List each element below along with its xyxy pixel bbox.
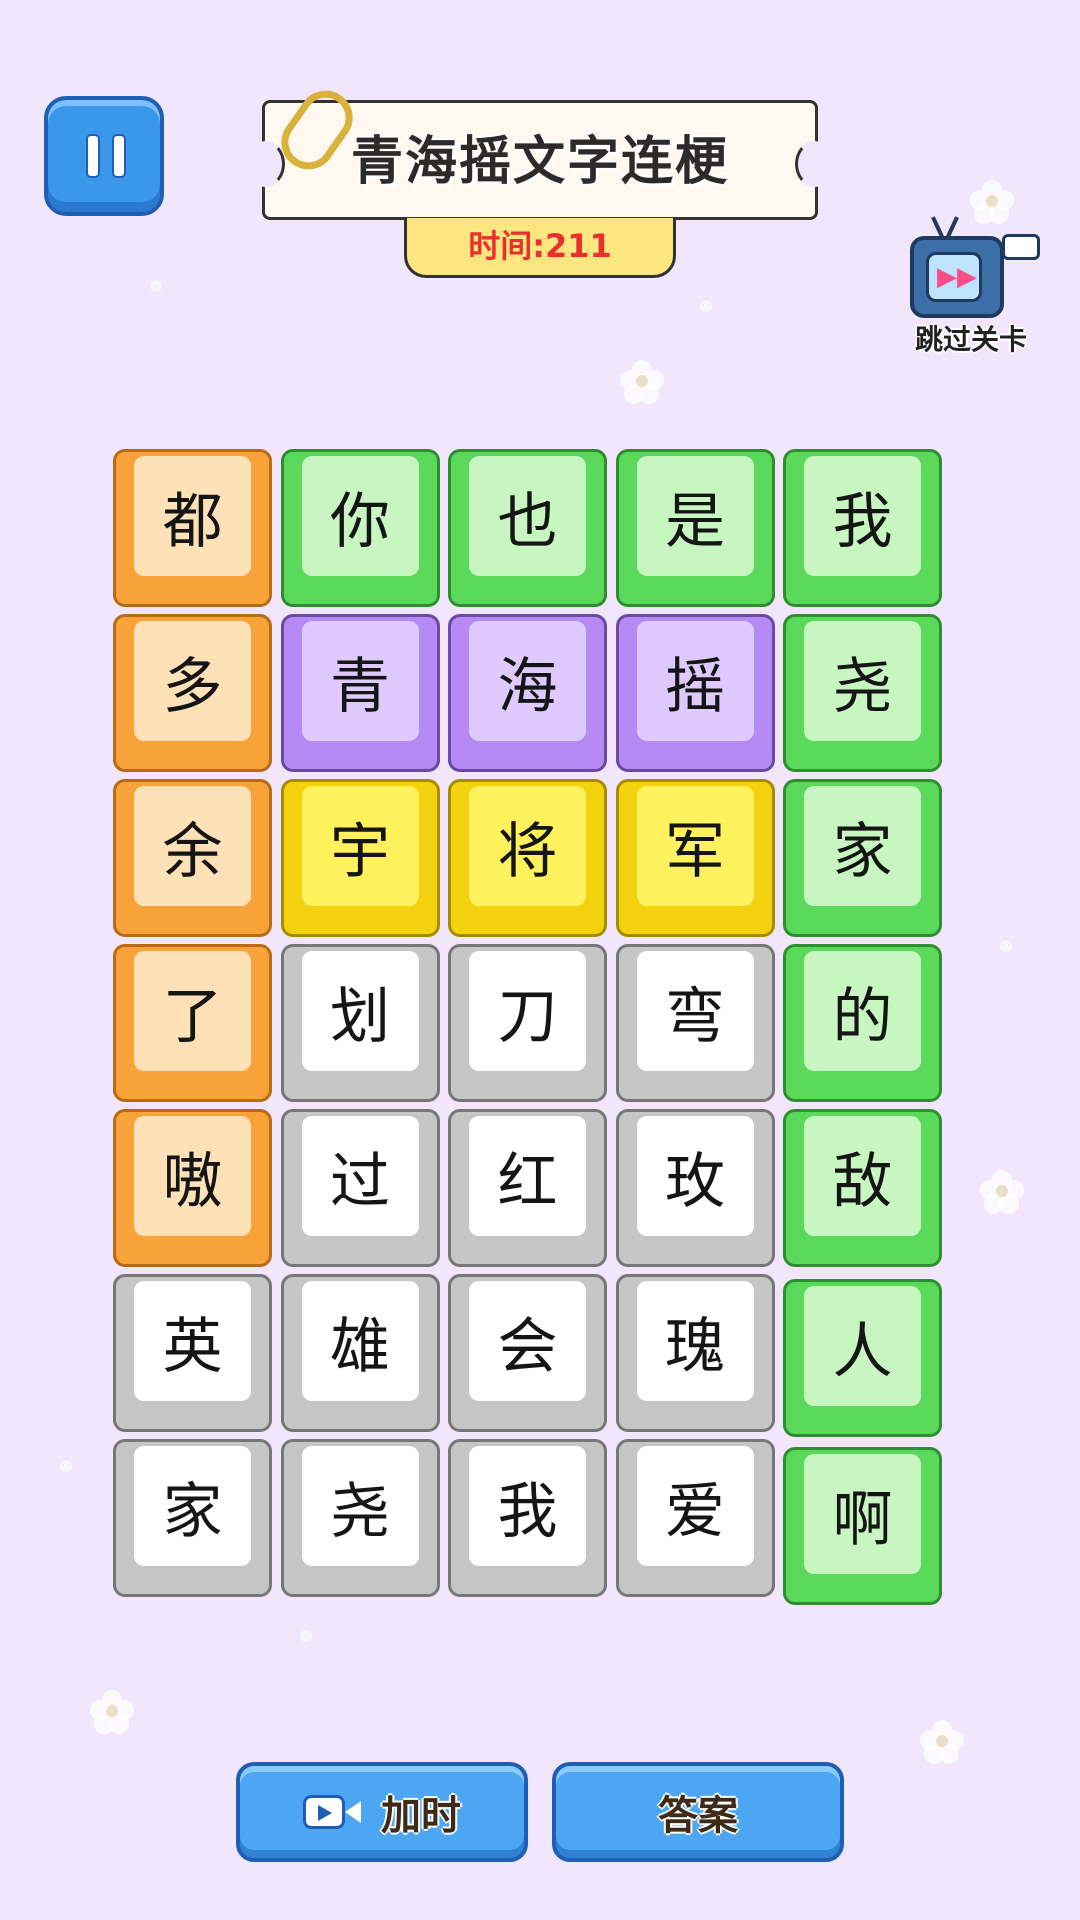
letter-tile[interactable]: 红 [448,1109,607,1267]
sparkle-decoration [60,1460,72,1472]
tile-character: 红 [469,1116,586,1236]
letter-tile[interactable]: 瑰 [615,1274,775,1432]
letter-tile[interactable]: 摇 [615,614,775,772]
add-time-button[interactable]: 加时 [236,1762,528,1862]
letter-tile[interactable]: 玫 [615,1109,775,1267]
flower-decoration [620,360,664,404]
letter-tile[interactable]: 青 [280,614,440,772]
letter-tile[interactable]: 过 [280,1109,440,1267]
tile-character: 的 [804,951,921,1071]
tile-character: 敌 [804,1116,921,1236]
tile-character: 你 [301,456,419,576]
skip-level-label: 跳过关卡 [914,323,1027,356]
timer: 时间:211 [404,218,676,278]
tile-character: 多 [134,621,251,741]
tile-character: 啊 [804,1454,921,1574]
tile-character: 瑰 [636,1281,754,1401]
answer-label: 答案 [658,1793,738,1839]
letter-tile[interactable]: 家 [783,779,942,937]
tile-character: 刀 [469,951,586,1071]
video-icon [1002,234,1040,260]
add-time-label: 加时 [381,1793,461,1839]
tile-character: 将 [469,786,586,906]
answer-button[interactable]: 答案 [552,1762,844,1862]
timer-label: 时间: [468,227,545,265]
letter-tile[interactable]: 英 [113,1274,272,1432]
sparkle-decoration [150,280,162,292]
letter-tile[interactable]: 是 [615,449,775,607]
tile-character: 军 [636,786,754,906]
letter-tile[interactable]: 都 [113,449,272,607]
letter-tile[interactable]: 将 [448,779,607,937]
letter-tile[interactable]: 宇 [280,779,440,937]
pause-button[interactable] [44,96,164,216]
letter-tile[interactable]: 会 [448,1274,607,1432]
letter-tile[interactable]: 嗷 [113,1109,272,1267]
tile-character: 了 [134,951,251,1071]
skip-level-button[interactable]: ▶▶ 跳过关卡 [896,214,1046,356]
tile-character: 摇 [636,621,754,741]
pause-icon [86,134,100,178]
letter-tile[interactable]: 爱 [615,1439,775,1597]
letter-tile[interactable]: 军 [615,779,775,937]
tile-character: 海 [469,621,586,741]
letter-tile[interactable]: 雄 [280,1274,440,1432]
letter-tile[interactable]: 啊 [783,1447,942,1605]
letter-tile[interactable]: 家 [113,1439,272,1597]
video-icon [303,1791,363,1833]
tile-character: 会 [469,1281,586,1401]
pause-icon [112,134,126,178]
letter-tile[interactable]: 余 [113,779,272,937]
tile-character: 玫 [636,1116,754,1236]
tile-character: 我 [804,456,921,576]
tile-character: 英 [134,1281,251,1401]
letter-tile[interactable]: 了 [113,944,272,1102]
tile-character: 我 [469,1446,586,1566]
sparkle-decoration [1000,940,1012,952]
letter-tile[interactable]: 海 [448,614,607,772]
tile-character: 划 [301,951,419,1071]
letter-tile[interactable]: 人 [783,1279,942,1437]
letter-tile[interactable]: 划 [280,944,440,1102]
tv-icon: ▶▶ [910,236,1004,318]
letter-tile[interactable]: 尧 [280,1439,440,1597]
letter-tile[interactable]: 敌 [783,1109,942,1267]
sparkle-decoration [300,1630,312,1642]
sparkle-decoration [700,300,712,312]
letter-tile[interactable]: 弯 [615,944,775,1102]
letter-tile[interactable]: 我 [448,1439,607,1597]
letter-tile[interactable]: 尧 [783,614,942,772]
timer-value: 211 [545,227,612,265]
letter-tile[interactable]: 我 [783,449,942,607]
fast-forward-icon: ▶▶ [937,262,977,292]
tile-character: 家 [804,786,921,906]
flower-decoration [980,1170,1024,1214]
flower-decoration [90,1690,134,1734]
tile-character: 嗷 [134,1116,251,1236]
letter-tile[interactable]: 刀 [448,944,607,1102]
letter-tile[interactable]: 的 [783,944,942,1102]
tile-character: 青 [301,621,419,741]
tile-character: 宇 [301,786,419,906]
tile-character: 雄 [301,1281,419,1401]
tile-character: 弯 [636,951,754,1071]
flower-decoration [920,1720,964,1764]
letter-tile[interactable]: 你 [280,449,440,607]
level-title: 青海摇文字连梗 [350,132,729,192]
tile-character: 爱 [636,1446,754,1566]
tile-character: 尧 [301,1446,419,1566]
tile-character: 都 [134,456,251,576]
tile-grid: 都你也是我多青海摇尧余宇将军家了划刀弯的嗷过红玫敌英雄会瑰人家尧我爱啊 [113,449,943,1605]
letter-tile[interactable]: 多 [113,614,272,772]
tile-character: 余 [134,786,251,906]
tile-character: 是 [636,456,754,576]
tile-character: 尧 [804,621,921,741]
tile-character: 家 [134,1446,251,1566]
tile-character: 人 [804,1286,921,1406]
tile-character: 也 [469,456,586,576]
tile-character: 过 [301,1116,419,1236]
letter-tile[interactable]: 也 [448,449,607,607]
